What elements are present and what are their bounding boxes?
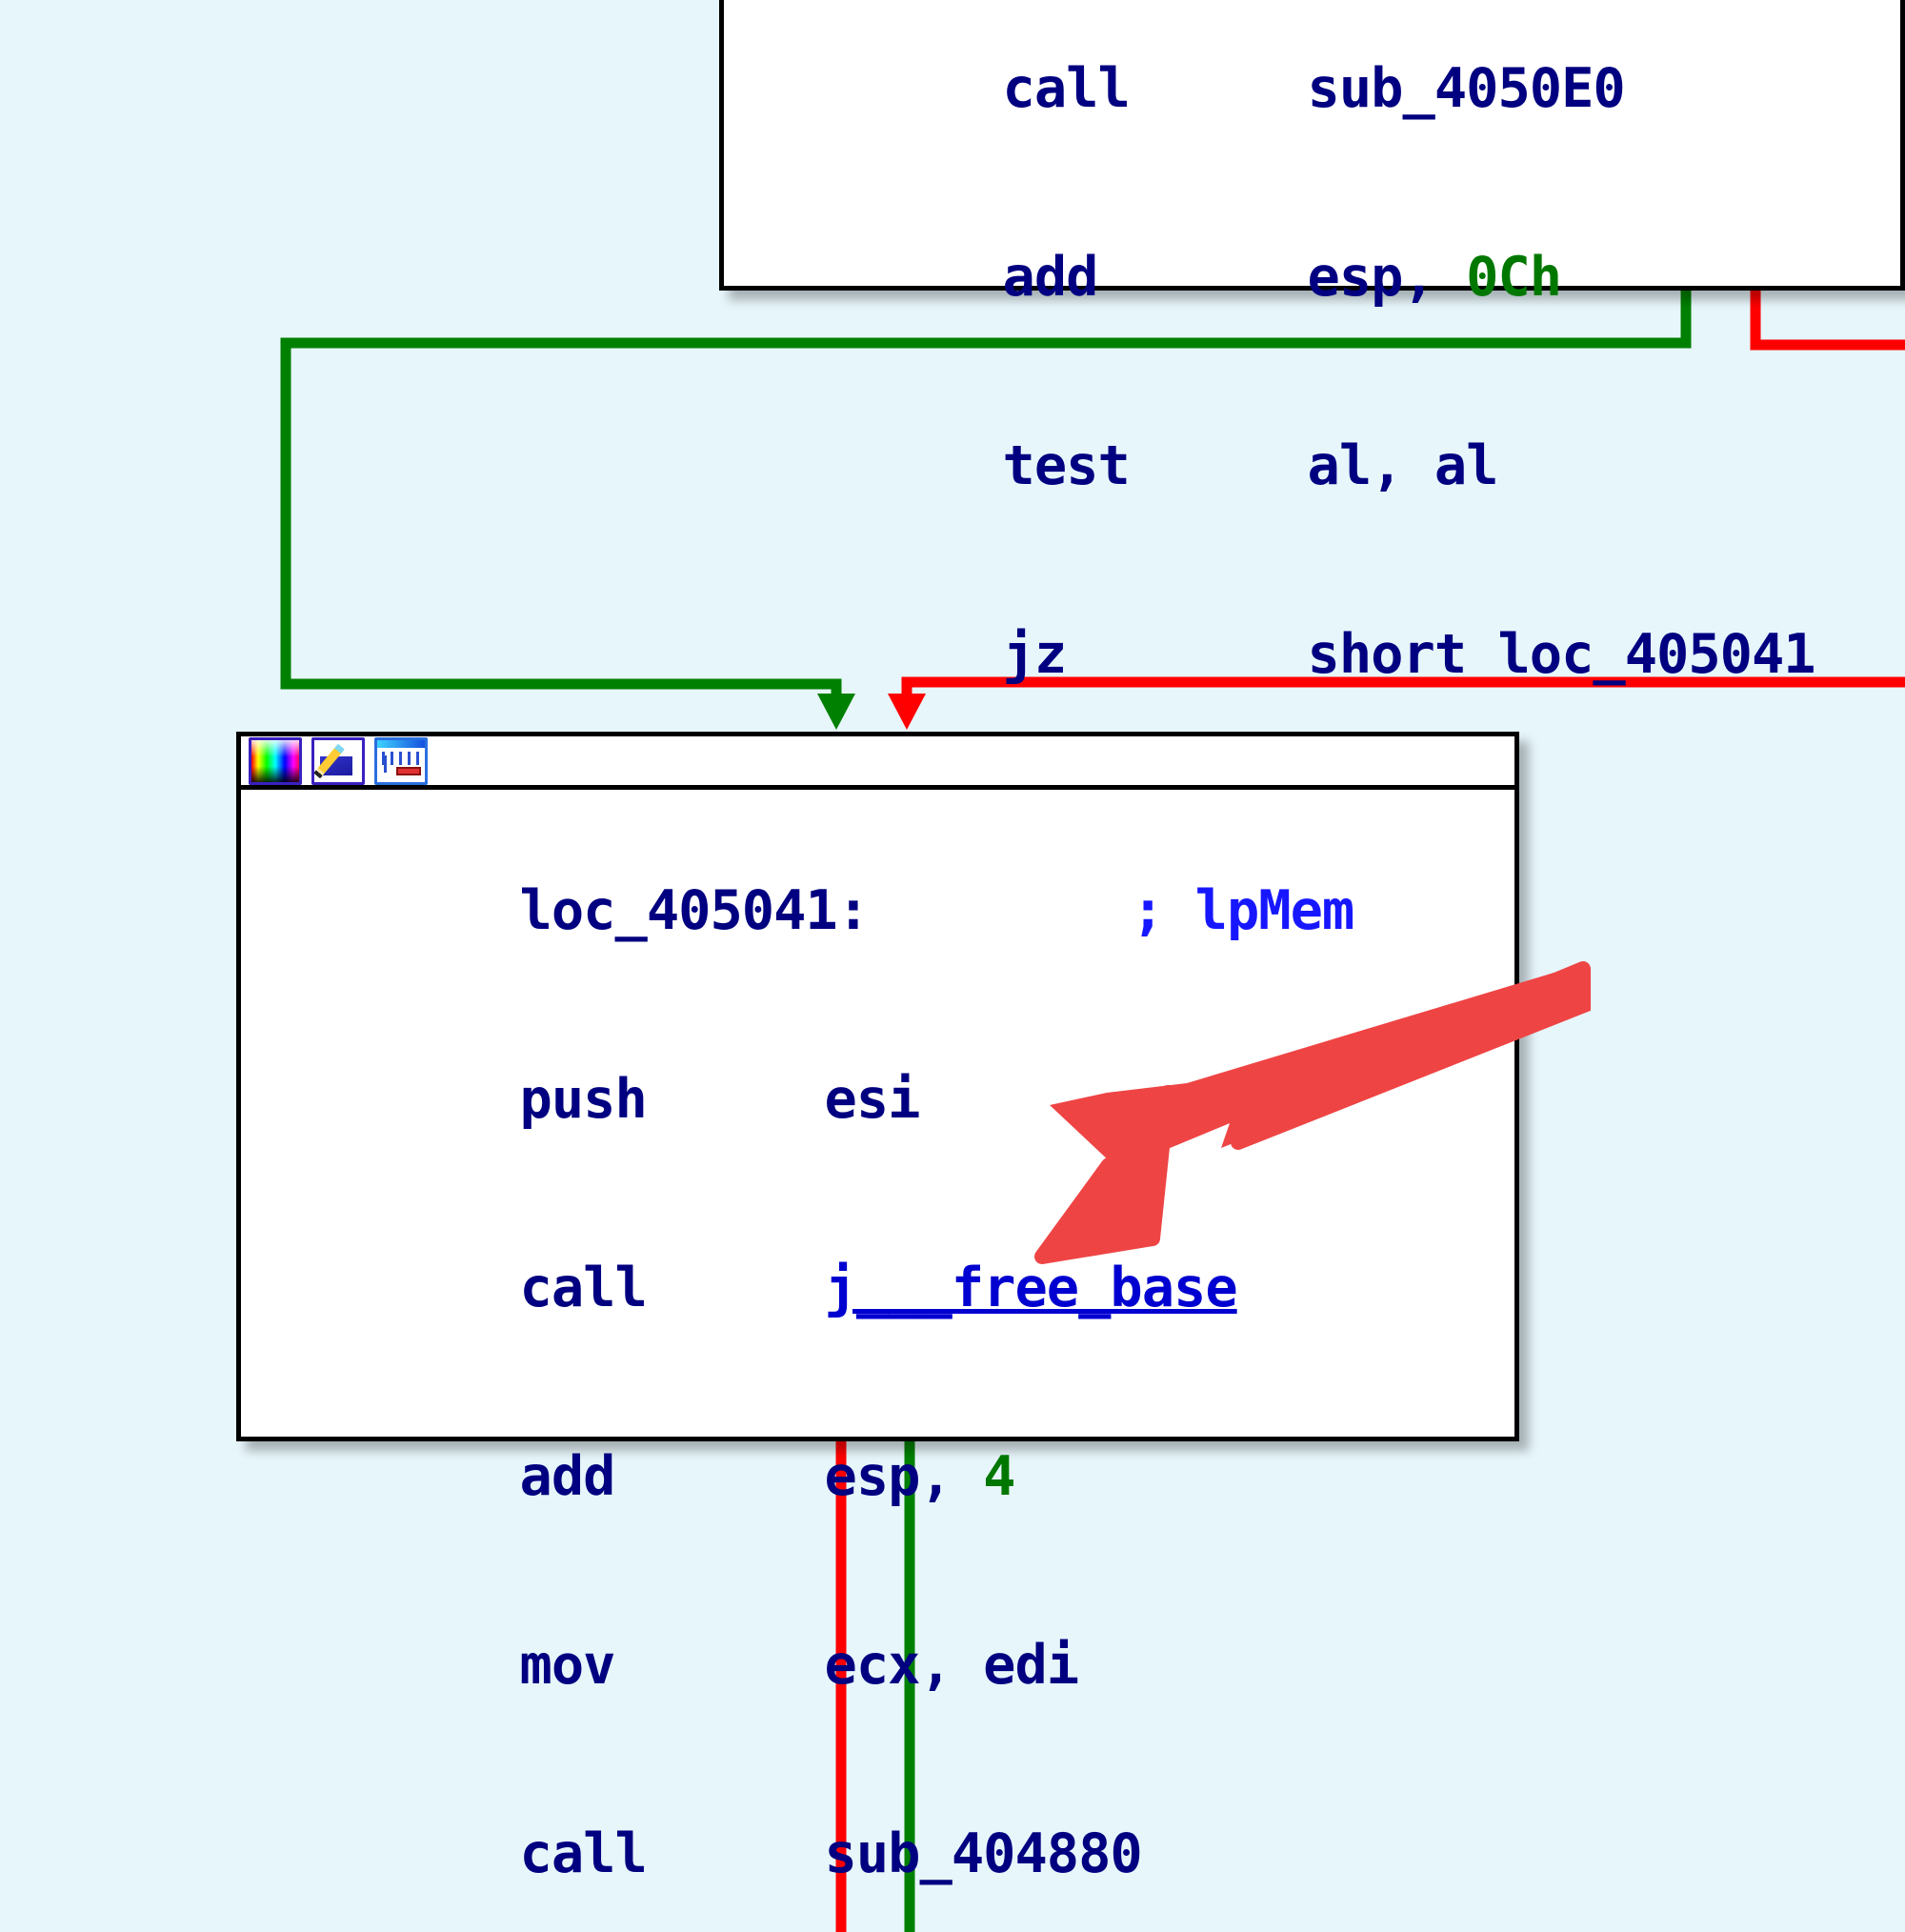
code-line[interactable]: call j___free_base [241, 1194, 1514, 1382]
operand[interactable]: sub_4050E0 [1308, 57, 1626, 120]
operand: al, al [1307, 434, 1499, 497]
operand-xref[interactable]: j___free_base [825, 1257, 1238, 1319]
operand: esp, [824, 1445, 984, 1508]
operand: esi [824, 1068, 921, 1131]
mnemonic: mov [519, 1634, 616, 1697]
code-line[interactable]: mov ecx, edi [241, 1571, 1514, 1760]
loc-405041-code: loc_405041: ; lpMem push esi call j___free_… [241, 790, 1514, 1932]
node-toolbar[interactable] [241, 736, 1514, 790]
mnemonic: add [1002, 246, 1099, 309]
operand[interactable]: sub_404880 [825, 1822, 1143, 1885]
upper-basic-block[interactable]: call sub_4050E0 add esp, 0Ch test al, al jz… [719, 0, 1905, 686]
operand-immediate: 0Ch [1466, 246, 1562, 309]
mnemonic: jz [1002, 623, 1068, 686]
inline-comment: ; lpMem [1132, 879, 1354, 942]
code-line[interactable]: add esp, 0Ch [724, 183, 1900, 372]
ida-graph-canvas[interactable]: call sub_4050E0 add esp, 0Ch test al, al jz… [0, 0, 1905, 1932]
code-line[interactable]: jz short loc_405041 [724, 560, 1900, 749]
mnemonic: call [519, 1822, 648, 1885]
color-palette-icon[interactable] [249, 736, 302, 785]
upper-block-code: call sub_4050E0 add esp, 0Ch test al, al jz… [724, 0, 1900, 762]
code-line-call-sub404880[interactable]: call sub_404880 [241, 1760, 1514, 1932]
mnemonic: add [519, 1445, 616, 1508]
mnemonic: call [519, 1257, 648, 1319]
loc-405041-basic-block[interactable]: loc_405041: ; lpMem push esi call j___free_… [236, 732, 1519, 1885]
code-line-label[interactable]: loc_405041: ; lpMem [241, 816, 1514, 1005]
operand-immediate: 4 [983, 1445, 1015, 1508]
code-line[interactable]: push esi [241, 1005, 1514, 1194]
operand: esp, [1307, 246, 1467, 309]
rename-node-icon[interactable] [311, 736, 365, 785]
operand[interactable]: short loc_405041 [1308, 623, 1816, 686]
mnemonic: call [1002, 57, 1131, 120]
code-line[interactable]: call sub_4050E0 [724, 0, 1900, 183]
code-line[interactable]: add esp, 4 [241, 1382, 1514, 1571]
mnemonic: test [1002, 434, 1131, 497]
graph-layout-icon[interactable] [374, 736, 428, 785]
operand: ecx, edi [824, 1634, 1080, 1697]
code-line[interactable]: test al, al [724, 372, 1900, 560]
mnemonic: push [519, 1068, 648, 1131]
block-label[interactable]: loc_405041: [520, 879, 870, 942]
